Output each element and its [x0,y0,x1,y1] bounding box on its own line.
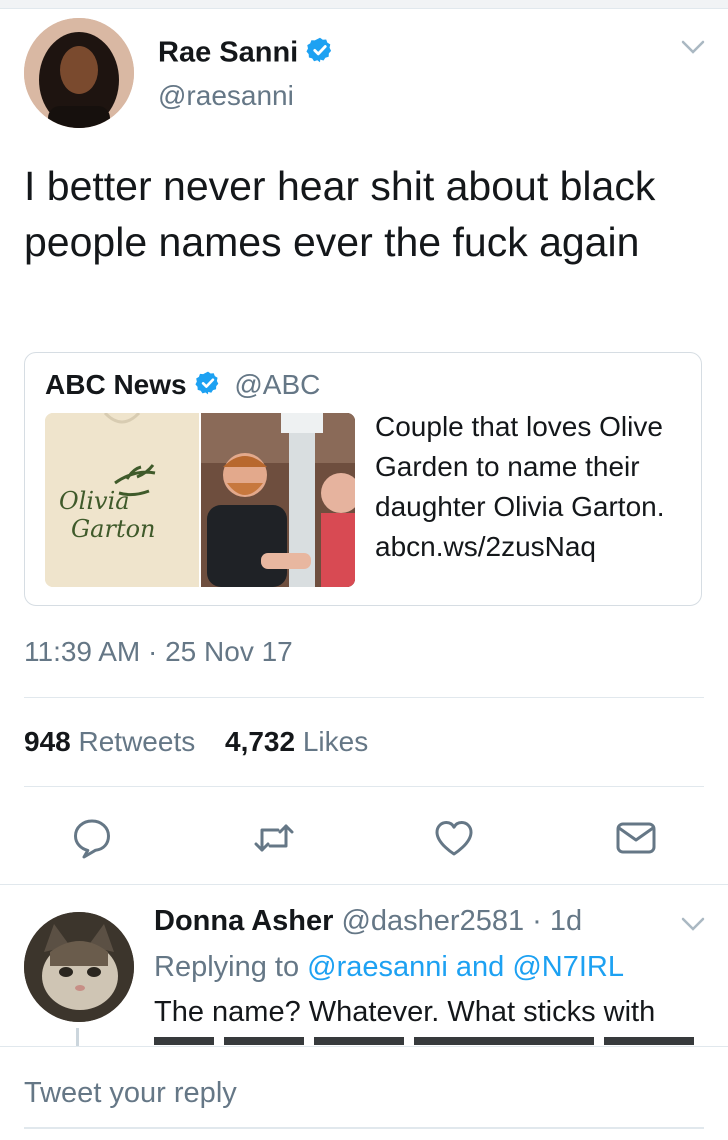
reply-author-handle[interactable]: @dasher2581 [341,905,524,937]
replying-and: and [455,951,505,983]
replying-prefix: Replying to [154,951,300,983]
quote-author: ABC News @ABC [45,369,320,403]
reply-text-overflow [154,1031,704,1045]
share-icon[interactable] [614,816,658,860]
tweet-text: I better never hear shit about black peo… [24,163,656,265]
onesie-text-line1: Olivia [59,487,130,515]
author-handle[interactable]: @raesanni [158,80,294,112]
divider [24,697,704,698]
quote-image-couple[interactable] [201,413,355,587]
replying-to: Replying to @raesanni and @N7IRL [154,951,624,984]
likes-count: 4,732 [225,726,296,757]
tweet-stats: 948 Retweets 4,732 Likes [24,726,368,758]
likes-label: Likes [302,726,369,757]
like-icon[interactable] [432,816,476,860]
top-divider [0,0,728,9]
reply-text: The name? Whatever. What sticks with [154,996,656,1028]
onesie-text-line2: Garton [71,515,156,543]
reply-time: · 1d [532,905,583,937]
reply-header: Donna Asher @dasher2581 · 1d [154,905,582,938]
reply-author-name[interactable]: Donna Asher [154,905,333,937]
author-name-text: Rae Sanni [158,36,299,69]
verified-badge-icon [306,36,334,72]
chevron-down-icon[interactable] [680,38,706,61]
replying-user-link[interactable]: @N7IRL [512,951,624,983]
quoted-tweet-card[interactable]: ABC News @ABC Olivia Garton Couple that … [24,352,702,606]
quote-text: Couple that loves Olive Garden to name t… [375,411,665,562]
retweets-stat[interactable]: 948 Retweets [24,726,195,757]
divider [24,786,704,787]
divider [0,884,728,885]
chevron-down-icon[interactable] [680,915,706,938]
retweets-count: 948 [24,726,71,757]
retweets-label: Retweets [78,726,196,757]
reply-author-avatar[interactable] [24,912,134,1022]
composer-underline [24,1127,704,1129]
reply-composer [0,1046,728,1140]
thread-line [76,1028,79,1048]
verified-badge-icon [195,370,221,403]
replying-user-link[interactable]: @raesanni [307,951,448,983]
tweet-timestamp[interactable]: 11:39 AM · 25 Nov 17 [24,636,293,668]
author-name[interactable]: Rae Sanni [158,36,334,72]
retweet-icon[interactable] [252,816,296,860]
reply-input[interactable] [24,1067,704,1119]
quote-image-onesie[interactable]: Olivia Garton [45,413,199,587]
reply-icon[interactable] [70,816,114,860]
quote-author-handle: @ABC [234,369,321,400]
likes-stat[interactable]: 4,732 Likes [225,726,368,757]
author-avatar[interactable] [24,18,134,128]
quote-author-name: ABC News [45,369,187,400]
